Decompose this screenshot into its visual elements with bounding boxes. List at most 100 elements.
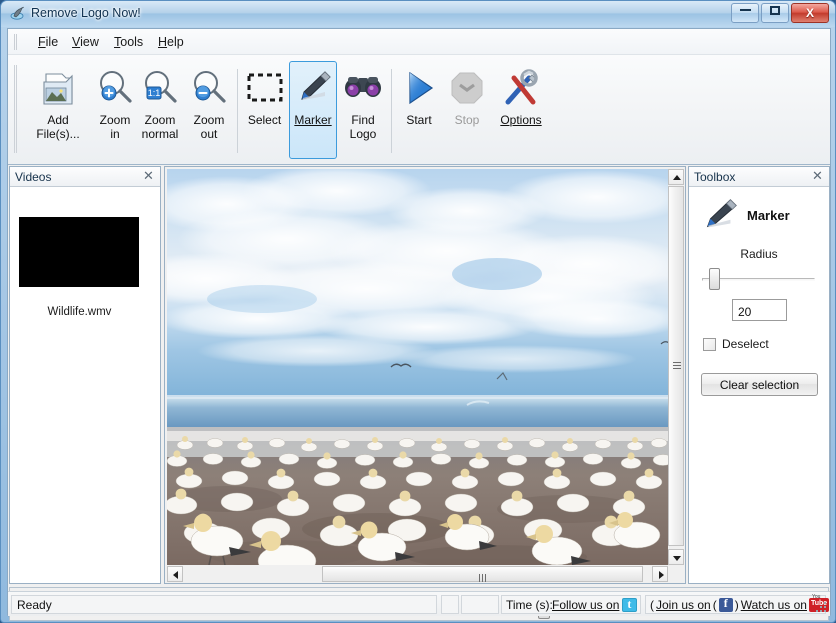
toolbox-content: Marker Radius Deselect Clear selection bbox=[689, 188, 829, 583]
status-cell-2 bbox=[441, 595, 459, 614]
toolbox-panel-title: Toolbox bbox=[694, 170, 735, 184]
menu-file[interactable]: File bbox=[30, 33, 66, 51]
social-links-group[interactable]: ( Join us on ( ) Watch us on bbox=[650, 598, 829, 612]
toolbar-separator-1 bbox=[237, 69, 238, 153]
maximize-icon bbox=[770, 6, 780, 15]
deselect-checkbox-row[interactable]: Deselect bbox=[703, 336, 769, 352]
image-horizontal-scrollbar[interactable] bbox=[167, 566, 668, 582]
toolbar-stop-label: Stop bbox=[446, 113, 488, 127]
toolbar-marker-button[interactable]: Marker bbox=[289, 61, 337, 159]
deselect-checkbox[interactable] bbox=[703, 338, 716, 351]
triangle-left-icon bbox=[168, 567, 184, 583]
toolbar-add-files-label-1: Add bbox=[27, 113, 89, 127]
resize-grip-icon[interactable] bbox=[815, 601, 828, 614]
maximize-button[interactable] bbox=[761, 3, 789, 23]
videos-panel-header[interactable]: Videos ✕ bbox=[10, 167, 160, 187]
minimize-icon bbox=[740, 9, 751, 11]
close-icon[interactable]: ✕ bbox=[810, 169, 825, 184]
add-folder-image-icon bbox=[36, 66, 80, 110]
facebook-icon[interactable] bbox=[719, 598, 733, 612]
deselect-label: Deselect bbox=[722, 337, 769, 351]
follow-us-link[interactable]: Follow us on bbox=[552, 598, 619, 612]
toolbar-find-logo-label-1: Find bbox=[340, 113, 386, 127]
scroll-left-button[interactable] bbox=[167, 566, 183, 582]
twitter-icon[interactable] bbox=[622, 598, 637, 612]
toolbar-find-logo-label-2: Logo bbox=[340, 127, 386, 141]
toolbox-panel: Toolbox ✕ Marker Radius Deselect bbox=[688, 166, 830, 584]
grip-icon bbox=[673, 362, 681, 371]
toolbar-select-label: Select bbox=[243, 113, 286, 127]
toolbar-stop-button: Stop bbox=[445, 61, 489, 159]
image-canvas[interactable] bbox=[167, 169, 668, 565]
close-icon[interactable]: ✕ bbox=[141, 169, 156, 184]
toolbar-gripper[interactable] bbox=[14, 65, 19, 153]
wrench-screwdriver-icon bbox=[499, 66, 543, 110]
videos-panel: Videos ✕ Wildlife.wmv bbox=[9, 166, 161, 584]
triangle-right-icon bbox=[653, 567, 669, 583]
scroll-right-button[interactable] bbox=[652, 566, 668, 582]
toolbar-options-button[interactable]: Options bbox=[493, 61, 549, 159]
toolbar-start-button[interactable]: Start bbox=[397, 61, 441, 159]
magnifier-plus-icon bbox=[93, 66, 137, 110]
svg-text:1:1: 1:1 bbox=[148, 88, 161, 98]
menu-bar: File View Tools Help bbox=[8, 29, 830, 55]
toolbox-panel-header[interactable]: Toolbox ✕ bbox=[689, 167, 829, 187]
radius-input[interactable] bbox=[732, 299, 787, 321]
status-text: Ready bbox=[17, 598, 52, 612]
image-vertical-scrollbar[interactable] bbox=[668, 169, 684, 565]
status-bar: Ready Time (s): Follow us on ( Join us o… bbox=[8, 591, 830, 616]
triangle-down-icon bbox=[669, 550, 685, 566]
magnifier-minus-icon bbox=[187, 66, 231, 110]
status-ready-cell: Ready bbox=[11, 595, 437, 614]
status-social-cell: ( Join us on ( ) Watch us on bbox=[645, 595, 826, 614]
dashed-rectangle-icon bbox=[243, 66, 287, 110]
triangle-up-icon bbox=[669, 170, 685, 186]
grey-stop-octagon-icon bbox=[445, 66, 489, 110]
toolbar-options-label: Options bbox=[494, 113, 548, 127]
scroll-down-button[interactable] bbox=[668, 549, 684, 565]
videos-list[interactable]: Wildlife.wmv bbox=[10, 188, 160, 583]
watch-us-link[interactable]: Watch us on bbox=[741, 598, 807, 612]
toolbar: Add File(s)... Zoom in bbox=[8, 55, 830, 165]
toolbar-zoom-normal-button[interactable]: 1:1 Zoom normal bbox=[132, 61, 188, 159]
app-logo-icon bbox=[10, 6, 26, 22]
blue-play-triangle-icon bbox=[397, 66, 441, 110]
horizontal-scroll-thumb[interactable] bbox=[322, 566, 643, 582]
toolbar-add-files-button[interactable]: Add File(s)... bbox=[26, 61, 90, 159]
close-button[interactable]: X bbox=[791, 3, 829, 23]
radius-slider-thumb[interactable] bbox=[709, 268, 720, 290]
clear-selection-button[interactable]: Clear selection bbox=[701, 373, 818, 396]
toolbar-select-button[interactable]: Select bbox=[242, 61, 287, 159]
video-filename: Wildlife.wmv bbox=[10, 306, 149, 318]
toolbox-tool-name: Marker bbox=[747, 208, 790, 223]
pen-marker-icon bbox=[291, 66, 335, 110]
minimize-button[interactable] bbox=[731, 3, 759, 23]
image-viewport bbox=[164, 166, 686, 584]
scroll-up-button[interactable] bbox=[668, 169, 684, 185]
toolbar-zoom-out-button[interactable]: Zoom out bbox=[184, 61, 234, 159]
close-icon: X bbox=[792, 7, 828, 20]
follow-us-group[interactable]: Follow us on bbox=[552, 598, 637, 612]
toolbar-find-logo-button[interactable]: Find Logo bbox=[339, 61, 387, 159]
toolbar-zoom-out-label-1: Zoom bbox=[185, 113, 233, 127]
join-us-link[interactable]: Join us on bbox=[656, 598, 711, 612]
window-title: Remove Logo Now! bbox=[31, 6, 141, 20]
menu-view[interactable]: View bbox=[64, 33, 107, 51]
toolbar-zoom-normal-label-1: Zoom bbox=[133, 113, 187, 127]
time-label: Time (s): bbox=[506, 598, 553, 612]
client-area: File View Tools Help Add bbox=[7, 28, 831, 617]
toolbar-zoom-out-label-2: out bbox=[185, 127, 233, 141]
vertical-scroll-thumb[interactable] bbox=[668, 186, 684, 546]
toolbar-start-label: Start bbox=[398, 113, 440, 127]
toolbar-zoom-normal-label-2: normal bbox=[133, 127, 187, 141]
video-thumbnail[interactable] bbox=[19, 217, 139, 287]
join-paren-open: ( bbox=[650, 598, 654, 612]
pen-marker-icon bbox=[699, 196, 741, 234]
menu-tools[interactable]: Tools bbox=[106, 33, 151, 51]
radius-label: Radius bbox=[689, 247, 829, 261]
menubar-gripper[interactable] bbox=[14, 34, 19, 50]
title-bar[interactable]: Remove Logo Now! X bbox=[1, 1, 836, 27]
toolbar-separator-2 bbox=[391, 69, 392, 153]
menu-help[interactable]: Help bbox=[150, 33, 192, 51]
video-frame-image bbox=[167, 169, 668, 565]
